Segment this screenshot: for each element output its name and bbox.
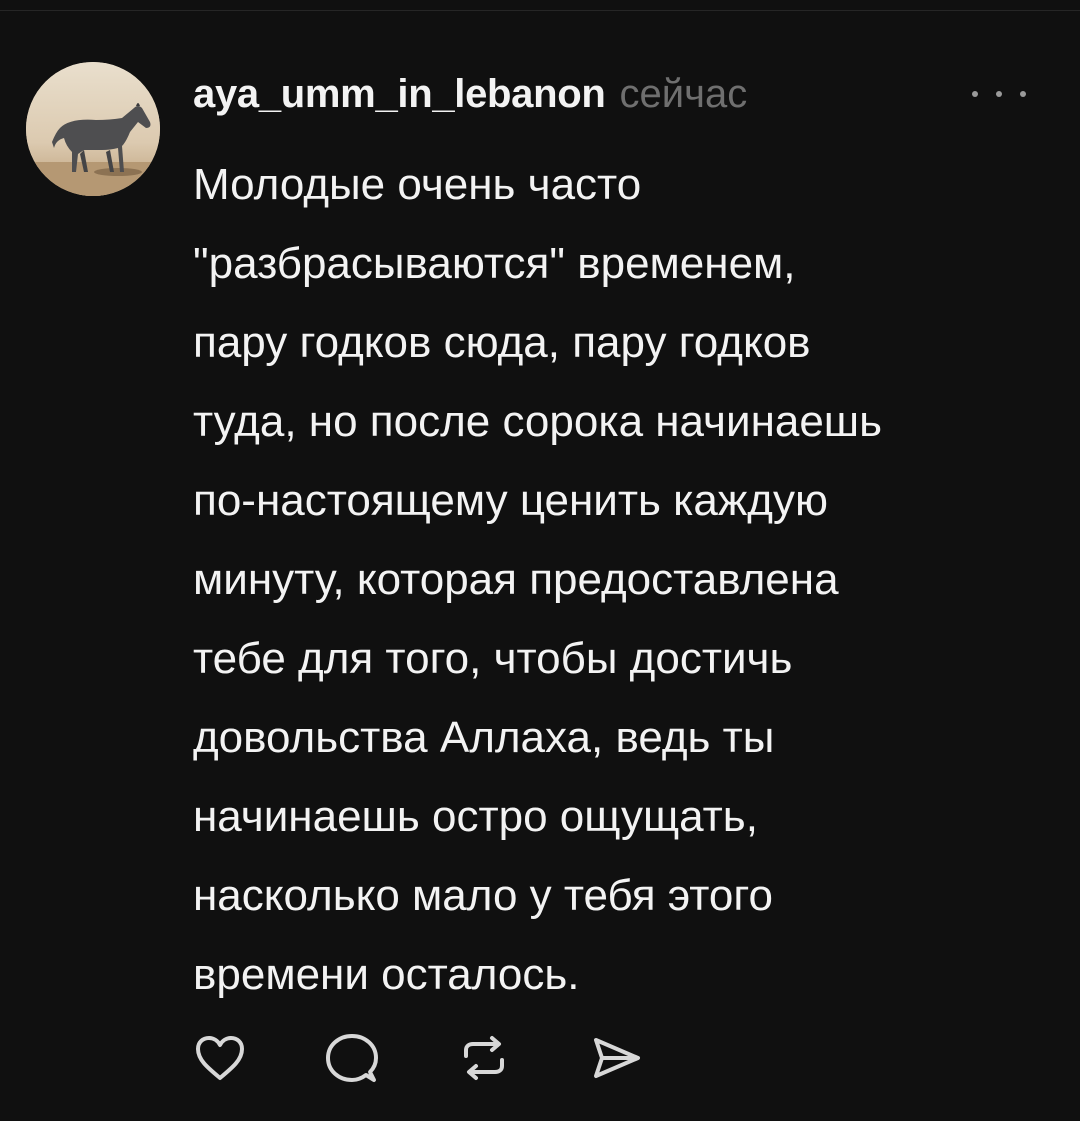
repost-icon xyxy=(464,1036,504,1080)
post-actions xyxy=(192,1030,720,1086)
post-screen: aya_umm_in_lebanon сейчас Молодые очень … xyxy=(0,0,1080,1121)
more-dot xyxy=(996,91,1002,97)
like-button[interactable] xyxy=(192,1030,248,1086)
more-dot xyxy=(972,91,978,97)
avatar[interactable] xyxy=(26,62,160,196)
top-divider xyxy=(0,10,1080,11)
share-button[interactable] xyxy=(588,1030,644,1086)
repost-button[interactable] xyxy=(456,1030,512,1086)
heart-icon xyxy=(196,1036,244,1080)
post-header: aya_umm_in_lebanon сейчас xyxy=(193,72,747,124)
comment-icon xyxy=(326,1034,378,1082)
send-icon xyxy=(594,1038,640,1078)
post-timestamp: сейчас xyxy=(619,72,748,116)
reply-button[interactable] xyxy=(324,1030,380,1086)
username[interactable]: aya_umm_in_lebanon xyxy=(193,72,606,117)
post-body: Молодые очень часто "разбрасываются" вре… xyxy=(193,160,883,999)
more-options-button[interactable] xyxy=(968,82,1030,106)
more-dot xyxy=(1020,91,1026,97)
horse-photo-avatar-icon xyxy=(26,62,160,196)
